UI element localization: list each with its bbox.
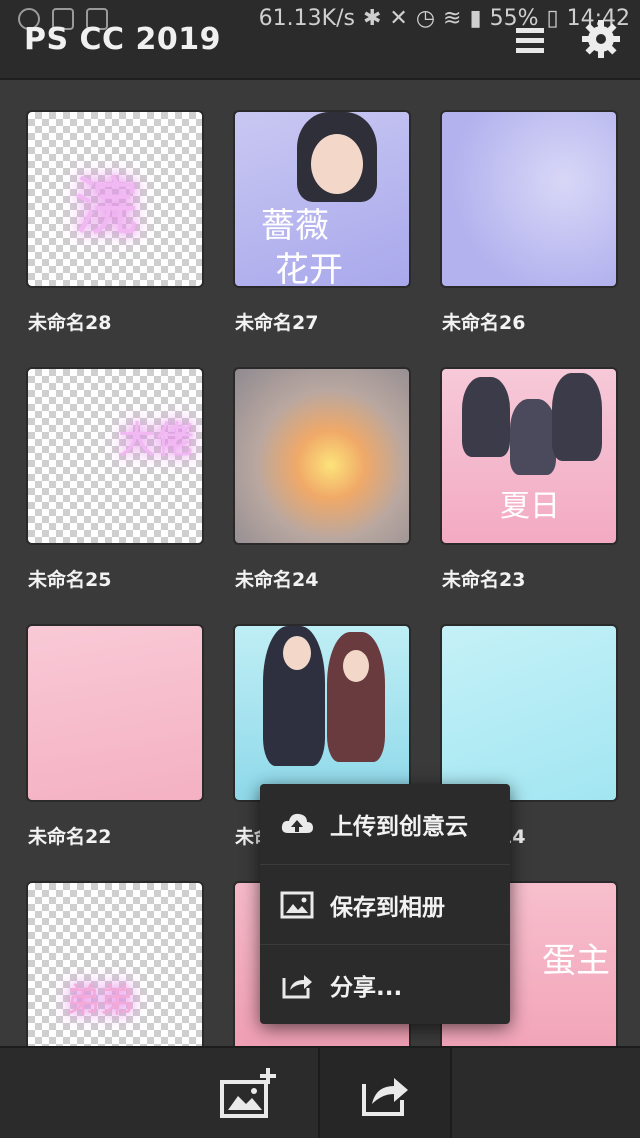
- menu-item-upload-cloud[interactable]: 上传到创意云: [260, 784, 510, 864]
- menu-item-share[interactable]: 分享...: [260, 944, 510, 1024]
- portrait-face-1: [283, 636, 311, 670]
- project-thumbnail-21[interactable]: [233, 624, 411, 802]
- image-icon: [280, 891, 314, 919]
- project-thumbnail-24[interactable]: [233, 367, 411, 545]
- bluetooth-icon: ✱: [362, 6, 382, 31]
- artwork-text-line2: 花开: [275, 250, 343, 288]
- share-icon: [282, 975, 312, 999]
- menu-bar-1: [516, 28, 544, 33]
- share-button[interactable]: [358, 1066, 414, 1122]
- menu-item-label: 分享...: [330, 974, 403, 1001]
- context-menu: 上传到创意云 保存到相册 分享...: [260, 784, 510, 1024]
- project-thumbnail-25[interactable]: 大佬: [26, 367, 204, 545]
- net-speed: 61.13K/s: [258, 6, 355, 31]
- battery-icon: ▯: [546, 6, 559, 31]
- add-image-icon: [220, 1068, 276, 1118]
- menu-item-label: 上传到创意云: [330, 814, 468, 840]
- project-thumbnail-23[interactable]: 夏日: [440, 367, 618, 545]
- artwork-text-line1: 薔薇: [261, 206, 329, 246]
- signal-icon: ▮: [469, 6, 482, 31]
- artwork-text: 弟弟: [66, 981, 134, 1021]
- cloud-upload-icon: [281, 813, 313, 833]
- gear-icon: [582, 20, 620, 58]
- project-thumbnail-26[interactable]: [440, 110, 618, 288]
- portrait-face-2: [343, 650, 369, 682]
- alarm-icon: ◷: [415, 6, 436, 31]
- app-title: PS CC 2019: [24, 22, 222, 57]
- mute-icon: ✕: [389, 6, 408, 31]
- project-name[interactable]: 未命名27: [235, 308, 318, 335]
- project-thumbnail-27[interactable]: 薔薇 花开: [233, 110, 411, 288]
- artwork-text: 夏日: [500, 489, 560, 524]
- project-thumbnail-28[interactable]: 浣: [26, 110, 204, 288]
- project-thumbnail[interactable]: 弟弟: [26, 881, 204, 1046]
- artwork-text: 浣: [74, 171, 138, 245]
- project-name[interactable]: 未命名23: [442, 565, 525, 592]
- project-name[interactable]: 未命名25: [28, 565, 111, 592]
- top-bar: 61.13K/s ✱ ✕ ◷ ≋ ▮ 55% ▯ 14:42 PS CC 201…: [0, 0, 640, 80]
- artwork-text: 大佬: [118, 418, 195, 462]
- bottom-toolbar: [0, 1046, 640, 1138]
- wifi-icon: ≋: [443, 6, 462, 31]
- list-menu-button[interactable]: [516, 28, 544, 54]
- menu-bar-2: [516, 38, 544, 43]
- portrait-person-3: [552, 373, 602, 461]
- project-name[interactable]: 未命名24: [235, 565, 318, 592]
- portrait-person-2: [510, 399, 556, 475]
- menu-item-label: 保存到相册: [330, 894, 445, 921]
- project-name[interactable]: 未命名22: [28, 822, 111, 849]
- portrait-face: [311, 134, 363, 194]
- project-name[interactable]: 未命名28: [28, 308, 111, 335]
- portrait-person-1: [462, 377, 510, 457]
- project-thumbnail-14[interactable]: [440, 624, 618, 802]
- menu-bar-3: [516, 48, 544, 53]
- status-right: 61.13K/s ✱ ✕ ◷ ≋ ▮ 55% ▯ 14:42: [259, 6, 630, 31]
- settings-button[interactable]: [580, 18, 622, 60]
- menu-item-save-gallery[interactable]: 保存到相册: [260, 864, 510, 944]
- project-name[interactable]: 未命名26: [442, 308, 525, 335]
- add-image-button[interactable]: [218, 1066, 276, 1122]
- share-icon: [362, 1078, 408, 1116]
- project-thumbnail-22[interactable]: [26, 624, 204, 802]
- artwork-text: 蛋主: [542, 941, 610, 981]
